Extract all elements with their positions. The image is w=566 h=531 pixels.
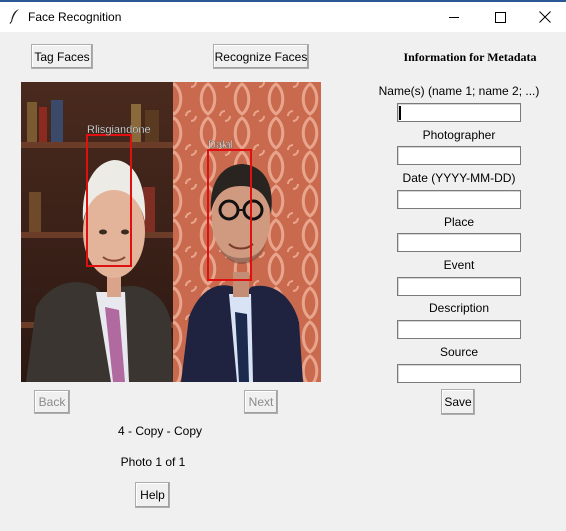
photo-canvas[interactable]: Rlisgiandone Dalal	[21, 82, 321, 382]
maximize-icon	[494, 11, 506, 23]
title-bar: Face Recognition	[0, 2, 566, 32]
photographer-label: Photographer	[422, 128, 496, 142]
text-caret	[399, 106, 401, 120]
app-window: Face Recognition Tag Faces Recognize Fac…	[0, 0, 566, 531]
place-label: Place	[443, 215, 475, 229]
description-label: Description	[428, 301, 490, 315]
help-button[interactable]: Help	[135, 482, 170, 508]
event-label: Event	[443, 258, 475, 272]
description-field[interactable]	[397, 320, 521, 339]
photo-image: Rlisgiandone Dalal	[21, 82, 321, 382]
minimize-button[interactable]	[431, 2, 477, 32]
source-input[interactable]	[398, 365, 520, 382]
feather-icon	[8, 8, 22, 24]
tag-faces-button[interactable]: Tag Faces	[31, 44, 93, 69]
back-button[interactable]: Back	[34, 390, 70, 414]
date-field[interactable]	[397, 190, 521, 209]
photo-counter: Photo 1 of 1	[120, 455, 186, 469]
source-field[interactable]	[397, 364, 521, 383]
date-label: Date (YYYY-MM-DD)	[402, 171, 516, 185]
source-label: Source	[439, 345, 479, 359]
window-title: Face Recognition	[28, 10, 122, 24]
event-field[interactable]	[397, 277, 521, 296]
metadata-heading: Information for Metadata	[403, 50, 537, 64]
photographer-input[interactable]	[398, 147, 520, 164]
date-input[interactable]	[398, 191, 520, 208]
next-button[interactable]: Next	[244, 390, 278, 414]
recognize-faces-button[interactable]: Recognize Faces	[213, 44, 309, 69]
description-input[interactable]	[398, 321, 520, 338]
event-input[interactable]	[398, 278, 520, 295]
close-button[interactable]	[522, 2, 566, 32]
names-input[interactable]	[398, 104, 520, 121]
minimize-icon	[449, 17, 459, 18]
face-label-2: Dalal	[208, 139, 233, 151]
place-input[interactable]	[398, 234, 520, 251]
maximize-button[interactable]	[477, 2, 523, 32]
face-label-1: Rlisgiandone	[87, 124, 151, 136]
photographer-field[interactable]	[397, 146, 521, 165]
save-button[interactable]: Save	[441, 389, 475, 415]
close-icon	[539, 11, 551, 23]
place-field[interactable]	[397, 233, 521, 252]
names-field[interactable]	[397, 103, 521, 122]
photo-filename: 4 - Copy - Copy	[117, 424, 203, 438]
names-label: Name(s) (name 1; name 2; ...)	[378, 84, 540, 98]
